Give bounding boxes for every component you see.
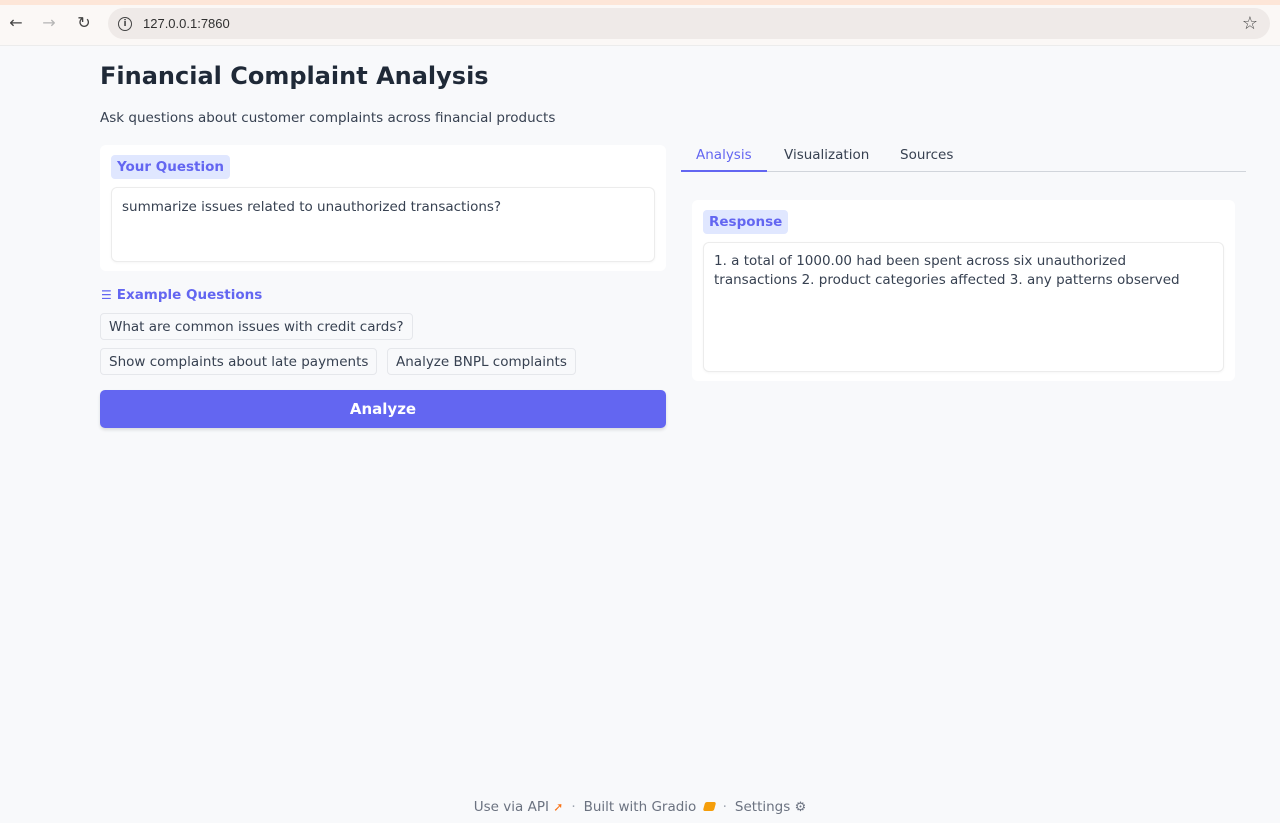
tab-strip-edge bbox=[0, 0, 1280, 5]
footer: Use via API ➚ · Built with Gradio · Sett… bbox=[0, 797, 1280, 817]
example-question-button[interactable]: What are common issues with credit cards… bbox=[100, 313, 413, 340]
rocket-icon: ➚ bbox=[553, 800, 564, 814]
tab-sources[interactable]: Sources bbox=[885, 143, 968, 171]
settings-link-label: Settings bbox=[734, 799, 791, 815]
question-label: Your Question bbox=[111, 155, 231, 179]
star-icon[interactable]: ☆ bbox=[1242, 13, 1258, 34]
settings-link[interactable]: Settings ⚙ bbox=[735, 799, 806, 815]
tab-visualization[interactable]: Visualization bbox=[769, 143, 884, 171]
info-icon[interactable]: i bbox=[118, 16, 132, 31]
gradio-logo-icon bbox=[702, 802, 716, 811]
back-arrow-icon[interactable]: ← bbox=[5, 12, 27, 34]
url-text[interactable]: 127.0.0.1:7860 bbox=[143, 16, 230, 31]
forward-arrow-icon[interactable]: → bbox=[38, 12, 60, 34]
gradio-link[interactable]: Built with Gradio bbox=[583, 799, 716, 815]
api-link-label: Use via API bbox=[473, 799, 549, 815]
response-block: Response 1. a total of 1000.00 had been … bbox=[692, 200, 1235, 381]
gear-icon: ⚙ bbox=[794, 800, 807, 815]
response-output[interactable]: 1. a total of 1000.00 had been spent acr… bbox=[703, 242, 1224, 372]
examples-header: ☰ Example Questions bbox=[101, 287, 262, 303]
result-tabs: Analysis Visualization Sources bbox=[681, 143, 1246, 172]
reload-icon[interactable]: ↻ bbox=[73, 12, 95, 34]
question-input[interactable]: summarize issues related to unauthorized… bbox=[111, 187, 655, 262]
example-question-button[interactable]: Show complaints about late payments bbox=[100, 348, 378, 375]
analyze-button[interactable]: Analyze bbox=[100, 390, 666, 428]
page-title: Financial Complaint Analysis bbox=[100, 62, 489, 90]
browser-toolbar: ← → ↻ i 127.0.0.1:7860 ☆ bbox=[0, 0, 1280, 46]
gradio-link-label: Built with Gradio bbox=[583, 799, 697, 815]
response-label: Response bbox=[703, 210, 789, 234]
question-block: Your Question summarize issues related t… bbox=[100, 145, 666, 271]
example-question-button[interactable]: Analyze BNPL complaints bbox=[387, 348, 576, 375]
address-bar[interactable]: i 127.0.0.1:7860 ☆ bbox=[108, 8, 1270, 39]
tab-analysis[interactable]: Analysis bbox=[681, 143, 767, 172]
examples-header-label: Example Questions bbox=[116, 287, 263, 303]
separator: · bbox=[722, 799, 727, 815]
page-subtitle: Ask questions about customer complaints … bbox=[100, 110, 556, 126]
separator: · bbox=[571, 799, 576, 815]
list-icon: ☰ bbox=[101, 288, 112, 302]
api-link[interactable]: Use via API ➚ bbox=[474, 799, 564, 815]
